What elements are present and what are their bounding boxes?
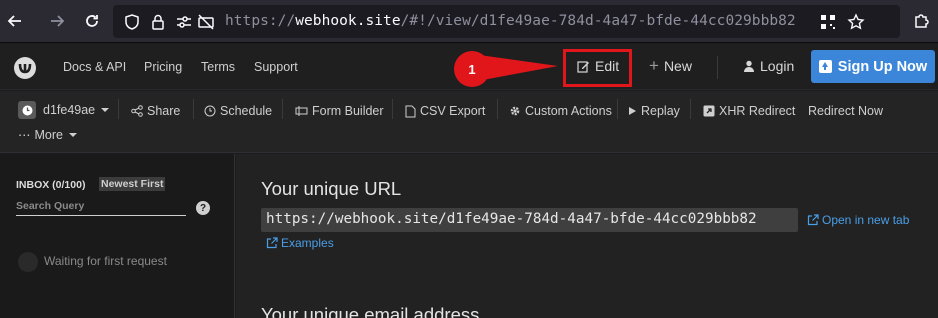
caret-down-icon: [68, 132, 77, 137]
form-icon: [295, 106, 308, 116]
upload-icon: [818, 60, 832, 73]
csv-export-button[interactable]: CSV Export: [405, 104, 485, 118]
sign-up-label: Sign Up Now: [837, 58, 928, 75]
search-query-input[interactable]: Search Query: [16, 200, 186, 216]
qr-code-icon[interactable]: [819, 13, 837, 31]
bookmark-star-icon[interactable]: [847, 13, 865, 31]
reload-icon[interactable]: [79, 8, 105, 34]
new-label: New: [663, 58, 692, 74]
sort-order-toggle[interactable]: Newest First: [99, 177, 166, 191]
tracking-blocked-icon[interactable]: [197, 13, 215, 31]
xhr-redirect-label: XHR Redirect: [719, 104, 796, 118]
nav-support[interactable]: Support: [254, 60, 298, 74]
clock-icon: [18, 101, 36, 119]
caret-down-icon: [101, 108, 110, 112]
toolbar-divider: [617, 99, 618, 119]
redirect-now-label: Redirect Now: [808, 104, 884, 118]
login-button[interactable]: Login: [743, 58, 794, 74]
toolbar-divider: [497, 99, 498, 119]
csv-export-label: CSV Export: [420, 104, 486, 118]
nav-pricing[interactable]: Pricing: [144, 60, 182, 74]
file-icon: [405, 105, 416, 117]
external-link-icon: [807, 214, 819, 226]
form-builder-label: Form Builder: [312, 104, 384, 118]
replay-button[interactable]: Replay: [627, 104, 680, 118]
more-label: More: [34, 127, 63, 142]
form-builder-button[interactable]: Form Builder: [295, 104, 384, 118]
clock-outline-icon: [204, 105, 216, 117]
navbar-divider: [717, 56, 718, 79]
more-menu-button[interactable]: ⋯ More: [18, 127, 77, 142]
forward-icon[interactable]: [44, 8, 70, 34]
token-label: d1fe49ae: [43, 103, 96, 117]
play-icon: [629, 107, 636, 115]
share-label: Share: [147, 104, 181, 118]
open-new-tab-label: Open in new tab: [822, 213, 910, 227]
url-prefix: https://: [225, 13, 296, 29]
toolbar-divider: [690, 99, 691, 119]
url-text[interactable]: https://webhook.site/#!/view/d1fe49ae-78…: [225, 13, 796, 29]
waiting-status: Waiting for first request: [44, 254, 167, 268]
toolbar-divider: [392, 99, 393, 119]
unique-url-field[interactable]: https://webhook.site/d1fe49ae-784d-4a47-…: [261, 208, 798, 232]
login-label: Login: [760, 58, 795, 74]
step-number-badge: 1: [454, 51, 490, 87]
toolbar-divider: [282, 99, 283, 119]
help-icon[interactable]: ?: [196, 201, 210, 215]
unique-url-heading: Your unique URL: [261, 178, 402, 199]
ellipsis-icon: ⋯: [18, 128, 31, 142]
unique-email-heading: Your unique email address: [261, 304, 480, 318]
nav-terms[interactable]: Terms: [201, 60, 235, 74]
plus-icon: +: [649, 56, 659, 75]
webhook-site-logo[interactable]: [14, 57, 36, 79]
share-button[interactable]: Share: [131, 104, 180, 118]
toolbar-divider: [118, 99, 119, 119]
sign-up-button[interactable]: Sign Up Now: [811, 50, 935, 83]
spinner-icon: [18, 252, 38, 272]
extensions-icon[interactable]: [913, 11, 931, 29]
open-new-tab-link[interactable]: Open in new tab: [807, 213, 909, 227]
url-host: webhook.site: [295, 13, 401, 29]
custom-actions-button[interactable]: Custom Actions: [509, 104, 612, 118]
main-content: Your unique URL https://webhook.site/d1f…: [236, 154, 938, 318]
schedule-label: Schedule: [220, 104, 273, 118]
examples-link[interactable]: Examples: [266, 236, 334, 250]
action-toolbar: [0, 91, 938, 153]
replay-label: Replay: [641, 104, 680, 118]
token-selector[interactable]: d1fe49ae: [18, 101, 110, 119]
lock-icon[interactable]: [149, 13, 167, 31]
browser-toolbar: https://webhook.site/#!/view/d1fe49ae-78…: [0, 0, 938, 43]
user-icon: [744, 60, 754, 72]
schedule-button[interactable]: Schedule: [204, 104, 272, 118]
new-button[interactable]: + New: [649, 56, 692, 75]
edit-highlight-box: [563, 49, 632, 87]
external-link-icon: [266, 237, 278, 249]
examples-label: Examples: [281, 236, 334, 250]
nav-docs-api[interactable]: Docs & API: [63, 60, 126, 74]
gear-icon: [510, 106, 520, 116]
share-icon: [131, 105, 143, 117]
back-icon[interactable]: [2, 8, 28, 34]
redirect-now-button[interactable]: Redirect Now: [808, 104, 883, 118]
address-bar[interactable]: https://webhook.site/#!/view/d1fe49ae-78…: [113, 5, 900, 38]
url-path: /#!/view/d1fe49ae-784d-4a47-bfde-44cc029…: [400, 13, 796, 29]
shield-icon[interactable]: [123, 13, 141, 31]
xhr-redirect-button[interactable]: XHR Redirect: [703, 104, 795, 118]
custom-actions-label: Custom Actions: [525, 104, 612, 118]
toolbar-divider: [193, 99, 194, 119]
external-square-icon: [703, 105, 715, 117]
inbox-count: INBOX (0/100): [16, 179, 86, 191]
permissions-icon[interactable]: [175, 13, 193, 31]
request-sidebar: INBOX (0/100) Newest First Search Query …: [0, 154, 235, 318]
